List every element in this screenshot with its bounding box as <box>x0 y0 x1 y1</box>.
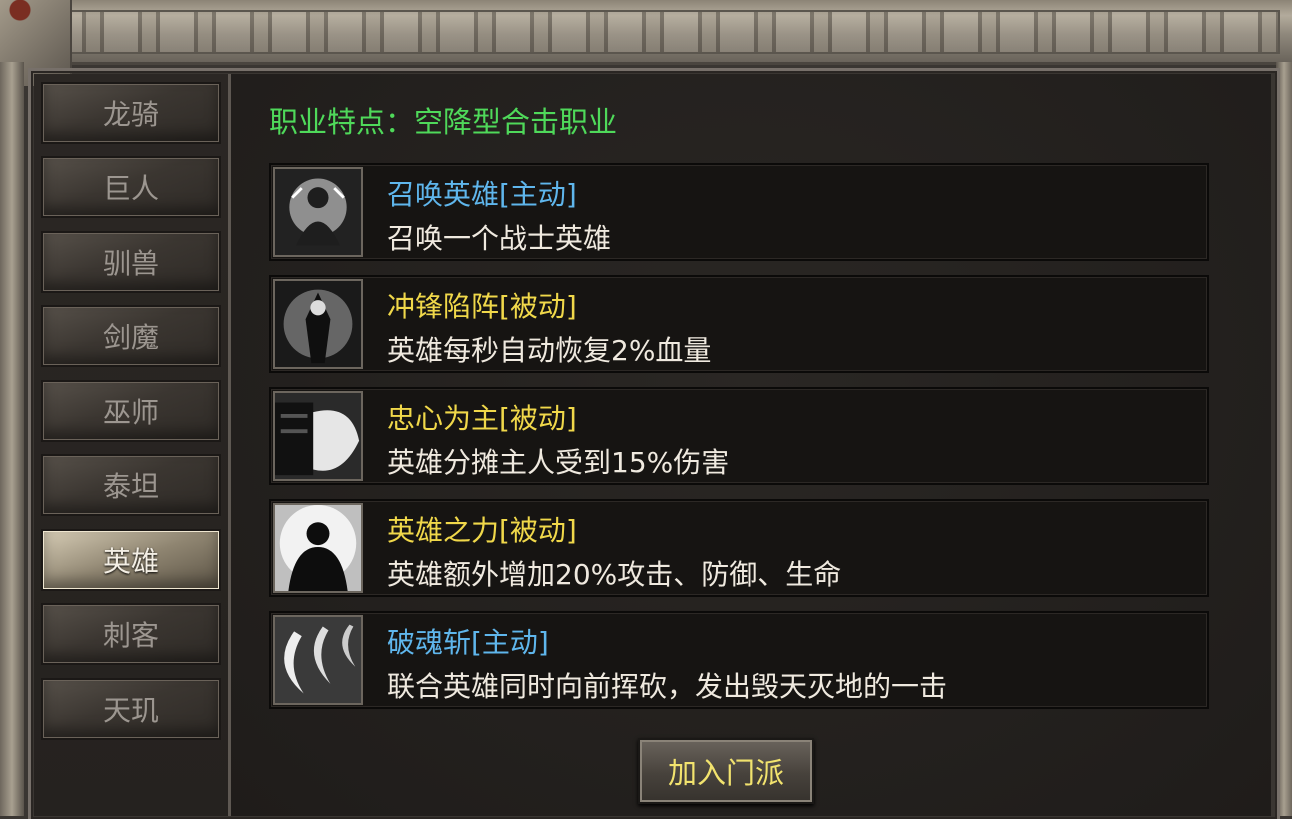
class-tab-tianji[interactable]: 天玑 <box>41 678 221 740</box>
class-trait-text: 职业特点：空降型合击职业 <box>269 105 618 139</box>
class-tab-sword-demon[interactable]: 剑魔 <box>41 305 221 367</box>
skill-name: 破魂斩[主动] <box>387 626 549 659</box>
class-tab-hero[interactable]: 英雄 <box>41 529 221 591</box>
hero-power-icon[interactable] <box>273 503 363 593</box>
skill-description: 英雄每秒自动恢复2%血量 <box>387 334 712 367</box>
class-sidebar: 龙骑 巨人 驯兽 剑魔 巫师 泰坦 英雄 刺客 天玑 <box>34 74 231 816</box>
skill-description: 召唤一个战士英雄 <box>387 222 612 255</box>
skill-name: 冲锋陷阵[被动] <box>387 290 577 323</box>
skill-row: 召唤英雄[主动] 召唤一个战士英雄 <box>269 163 1209 261</box>
loyalty-icon[interactable] <box>273 391 363 481</box>
left-frame <box>0 62 24 816</box>
class-tab-assassin[interactable]: 刺客 <box>41 603 221 665</box>
skill-row: 破魂斩[主动] 联合英雄同时向前挥砍，发出毁天灭地的一击 <box>269 611 1209 709</box>
class-tab-titan[interactable]: 泰坦 <box>41 454 221 516</box>
skill-row: 忠心为主[被动] 英雄分摊主人受到15%伤害 <box>269 387 1209 485</box>
class-tab-dragon-knight[interactable]: 龙骑 <box>41 82 221 144</box>
charge-icon[interactable] <box>273 279 363 369</box>
skill-name: 英雄之力[被动] <box>387 514 577 547</box>
skill-row: 冲锋陷阵[被动] 英雄每秒自动恢复2%血量 <box>269 275 1209 373</box>
skill-row: 英雄之力[被动] 英雄额外增加20%攻击、防御、生命 <box>269 499 1209 597</box>
class-tab-wizard[interactable]: 巫师 <box>41 380 221 442</box>
skill-description: 英雄分摊主人受到15%伤害 <box>387 446 730 479</box>
skill-description: 联合英雄同时向前挥砍，发出毁天灭地的一击 <box>387 670 948 703</box>
summon-hero-icon[interactable] <box>273 167 363 257</box>
class-tab-giant[interactable]: 巨人 <box>41 156 221 218</box>
skill-description: 英雄额外增加20%攻击、防御、生命 <box>387 558 842 591</box>
class-tab-beast-tamer[interactable]: 驯兽 <box>41 231 221 293</box>
soul-slash-icon[interactable] <box>273 615 363 705</box>
class-detail-panel: 职业特点：空降型合击职业 召唤英雄[主动] 召唤一个战士英雄 冲锋陷阵[被动] … <box>231 74 1271 816</box>
skill-name: 召唤英雄[主动] <box>387 178 577 211</box>
top-frame-ornament <box>24 10 1280 54</box>
skill-name: 忠心为主[被动] <box>387 402 577 435</box>
join-sect-button[interactable]: 加入门派 <box>638 738 814 804</box>
top-frame <box>0 0 1292 65</box>
